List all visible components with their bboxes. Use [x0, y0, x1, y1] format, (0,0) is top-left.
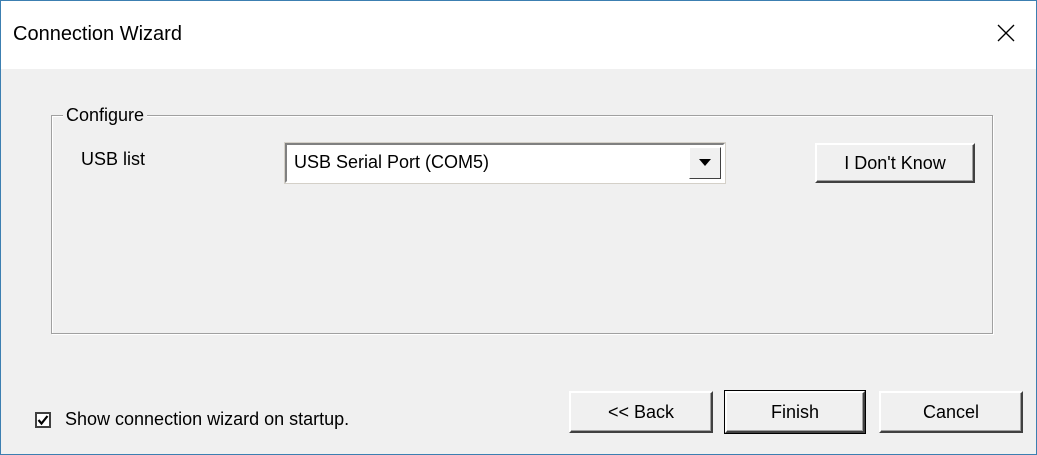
- show-on-startup-label: Show connection wizard on startup.: [65, 409, 350, 429]
- usb-list-label: USB list: [81, 149, 146, 169]
- close-button[interactable]: [976, 1, 1036, 65]
- i-dont-know-button[interactable]: I Don't Know: [815, 143, 975, 183]
- connection-wizard-window: Connection Wizard Configure USB list USB…: [0, 0, 1037, 455]
- dropdown-toggle-button[interactable]: [689, 147, 721, 179]
- dropdown-arrow-icon: [699, 159, 711, 166]
- show-on-startup-checkbox[interactable]: [35, 411, 51, 428]
- usb-list-selected-value: USB Serial Port (COM5): [294, 152, 490, 172]
- back-button[interactable]: << Back: [569, 391, 713, 433]
- show-on-startup-option[interactable]: Show connection wizard on startup.: [35, 409, 349, 430]
- window-title: Connection Wizard: [13, 23, 182, 45]
- checkmark-icon: [37, 414, 49, 425]
- usb-list-dropdown[interactable]: USB Serial Port (COM5): [284, 142, 726, 184]
- title-bar: Connection Wizard: [1, 1, 1036, 69]
- finish-button[interactable]: Finish: [724, 390, 866, 434]
- configure-group-legend: Configure: [63, 105, 148, 126]
- close-icon: [997, 24, 1015, 42]
- cancel-button[interactable]: Cancel: [879, 391, 1023, 433]
